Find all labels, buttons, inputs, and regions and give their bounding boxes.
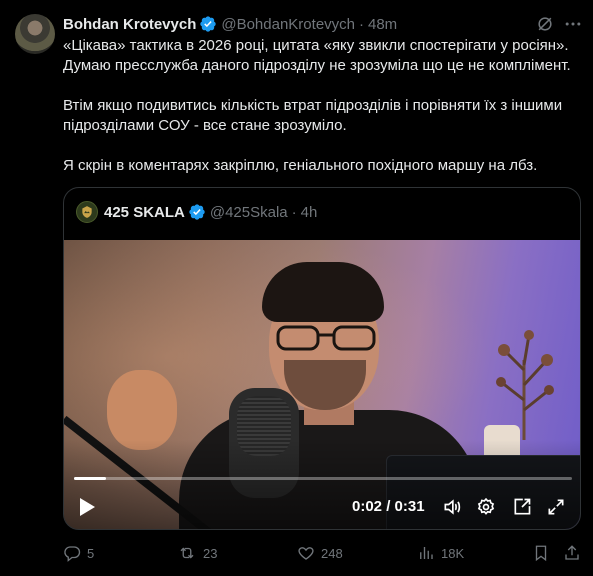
tweet[interactable]: Bohdan Krotevych @BohdanKrotevych · 48m … (0, 0, 593, 576)
views-button[interactable]: 18K (417, 543, 464, 563)
video-duration: 0:31 (394, 498, 425, 515)
quote-separator: · (291, 203, 297, 221)
glasses (276, 325, 376, 351)
volume-icon (444, 499, 461, 515)
video-progress-fill (74, 477, 107, 480)
views-icon (420, 547, 433, 559)
reply-button[interactable]: 5 (63, 543, 94, 563)
video-time: 0:02 / 0:31 (352, 498, 425, 515)
verified-badge-icon (200, 16, 217, 32)
like-icon (298, 547, 314, 560)
like-button[interactable]: 248 (297, 543, 343, 563)
action-bar: 5 23 248 18K (63, 543, 583, 563)
view-count: 18K (441, 545, 465, 561)
quote-header: 425 SKALA @425Skala · 4h (76, 201, 317, 223)
text-line: Я скрін в коментарях закріплю, геніально… (63, 157, 538, 174)
video-progress-bar[interactable] (74, 477, 572, 480)
repost-count: 23 (203, 545, 218, 561)
settings-icon (477, 497, 495, 515)
play-icon (80, 498, 95, 516)
reply-icon (64, 546, 81, 562)
reply-count: 5 (87, 545, 95, 561)
author-handle[interactable]: @BohdanKrotevych (221, 16, 355, 33)
quote-time[interactable]: 4h (301, 204, 318, 221)
header-separator: · (359, 15, 364, 33)
volume-button[interactable] (441, 496, 463, 518)
pip-button[interactable] (511, 496, 533, 518)
quote-author-name[interactable]: 425 SKALA (104, 204, 185, 221)
quote-author-handle[interactable]: @425Skala (210, 204, 288, 221)
video-current-time: 0:02 (352, 498, 383, 515)
text-line: Втім якщо подивитись кількість втрат під… (63, 97, 563, 114)
share-button[interactable] (563, 543, 587, 563)
repost-icon (180, 547, 194, 559)
verified-badge-icon (189, 204, 205, 220)
video-player[interactable]: 0:02 / 0:31 (64, 240, 580, 529)
wall-plaque (107, 370, 177, 450)
repost-button[interactable]: 23 (177, 543, 217, 563)
tweet-text: «Цікава» тактика в 2026 році, цитата «як… (63, 36, 583, 176)
grok-icon[interactable] (535, 14, 555, 34)
person-hair (262, 262, 384, 322)
text-line: підрозділами СОУ - все стане зрозуміло. (63, 117, 347, 134)
play-button[interactable] (76, 496, 98, 518)
unit-emblem-icon (82, 206, 92, 218)
bookmark-icon (535, 545, 547, 562)
quoted-tweet[interactable]: 425 SKALA @425Skala · 4h 0:02 / 0:31 (63, 187, 581, 530)
bookmark-button[interactable] (532, 543, 556, 563)
plant-decoration (496, 330, 554, 440)
text-line: «Цікава» тактика в 2026 році, цитата «як… (63, 37, 569, 54)
more-icon[interactable] (563, 14, 583, 34)
post-time[interactable]: 48m (368, 16, 397, 33)
like-count: 248 (321, 545, 343, 561)
pip-icon (514, 498, 531, 515)
video-time-separator: / (382, 498, 395, 515)
author-avatar[interactable] (15, 14, 55, 54)
fullscreen-icon (548, 499, 564, 515)
settings-button[interactable] (475, 496, 497, 518)
fullscreen-button[interactable] (545, 496, 567, 518)
text-line: Думаю пресслужба даного підрозділу не зр… (63, 57, 571, 74)
tweet-header: Bohdan Krotevych @BohdanKrotevych · 48m (63, 14, 397, 34)
author-name[interactable]: Bohdan Krotevych (63, 16, 196, 33)
share-icon (565, 545, 579, 560)
quote-avatar[interactable] (76, 201, 98, 223)
